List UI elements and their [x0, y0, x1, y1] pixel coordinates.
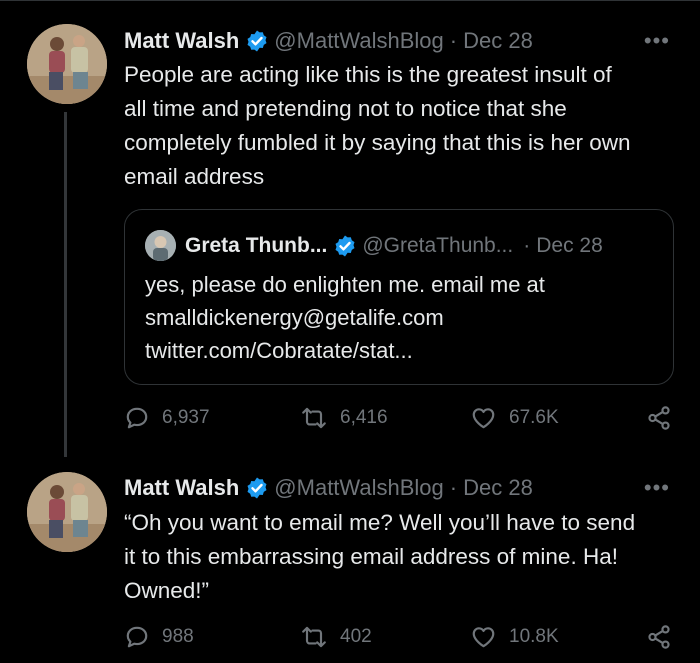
- retweet-icon: [302, 407, 326, 429]
- quoted-author-avatar: [145, 230, 176, 261]
- retweet-button[interactable]: 402: [300, 624, 372, 650]
- verified-badge-icon: [247, 477, 267, 499]
- tweet-actions: 988 402 10.8K: [124, 624, 684, 654]
- tweet-date[interactable]: Dec 28: [463, 475, 533, 501]
- separator-dot: ·: [449, 475, 458, 500]
- author-handle[interactable]: @MattWalshBlog: [274, 475, 443, 501]
- like-icon: [472, 408, 495, 429]
- retweet-icon: [302, 626, 326, 648]
- like-button[interactable]: 10.8K: [470, 624, 559, 650]
- tweet-actions: 6,937 6,416 67.6K: [124, 405, 684, 435]
- tweet-2[interactable]: Matt Walsh @MattWalshBlog · Dec 28 ••• “…: [0, 460, 700, 663]
- verified-badge-icon: [335, 235, 355, 257]
- more-icon[interactable]: •••: [644, 28, 670, 54]
- like-icon: [472, 627, 495, 648]
- retweet-button[interactable]: 6,416: [300, 405, 388, 431]
- quoted-text-line: smalldickenergy@getalife.com: [145, 305, 444, 330]
- reply-icon: [126, 626, 148, 648]
- retweet-count: 6,416: [340, 407, 388, 428]
- author-avatar[interactable]: [27, 472, 107, 552]
- reply-count: 988: [162, 626, 194, 647]
- author-name[interactable]: Matt Walsh: [124, 475, 239, 501]
- quoted-author-name: Greta Thunb...: [185, 234, 328, 257]
- tweet-text-line: “Oh you want to email me? Well you’ll ha…: [124, 510, 636, 535]
- share-button[interactable]: [646, 405, 672, 431]
- quoted-header: Greta Thunb... @GretaThunb... · Dec 28: [185, 231, 603, 261]
- quoted-text-line: twitter.com/Cobratate/stat...: [145, 338, 413, 363]
- tweet-text-line: People are acting like this is the great…: [124, 62, 612, 87]
- tweet-text-line: Owned!”: [124, 578, 210, 603]
- reply-icon: [126, 407, 148, 429]
- separator-dot: ·: [523, 234, 531, 257]
- author-handle[interactable]: @MattWalshBlog: [274, 28, 443, 54]
- retweet-count: 402: [340, 626, 372, 647]
- quoted-date: Dec 28: [536, 234, 603, 257]
- reply-count: 6,937: [162, 407, 210, 428]
- tweet-text: People are acting like this is the great…: [124, 58, 684, 194]
- author-name[interactable]: Matt Walsh: [124, 28, 239, 54]
- verified-badge-icon: [247, 30, 267, 52]
- quoted-author-handle: @GretaThunb...: [362, 234, 514, 257]
- like-count: 67.6K: [509, 407, 559, 428]
- tweet-text-line: email address: [124, 164, 265, 189]
- tweet-header: Matt Walsh @MattWalshBlog · Dec 28: [124, 26, 533, 56]
- tweet-date[interactable]: Dec 28: [463, 28, 533, 54]
- tweet-text-line: completely fumbled it by saying that thi…: [124, 130, 631, 155]
- like-button[interactable]: 67.6K: [470, 405, 559, 431]
- quoted-text: yes, please do enlighten me. email me at…: [145, 268, 665, 367]
- author-avatar[interactable]: [27, 24, 107, 104]
- like-count: 10.8K: [509, 626, 559, 647]
- share-icon: [648, 406, 670, 430]
- reply-button[interactable]: 988: [124, 624, 194, 650]
- share-icon: [648, 625, 670, 649]
- reply-button[interactable]: 6,937: [124, 405, 210, 431]
- tweet-text-line: all time and pretending not to notice th…: [124, 96, 567, 121]
- tweet-text: “Oh you want to email me? Well you’ll ha…: [124, 506, 684, 608]
- separator-dot: ·: [449, 28, 458, 53]
- tweet-1[interactable]: Matt Walsh @MattWalshBlog · Dec 28 ••• P…: [0, 0, 700, 460]
- tweet-header: Matt Walsh @MattWalshBlog · Dec 28: [124, 473, 533, 503]
- quoted-text-line: yes, please do enlighten me. email me at: [145, 272, 545, 297]
- share-button[interactable]: [646, 624, 672, 650]
- more-icon[interactable]: •••: [644, 475, 670, 501]
- quoted-tweet[interactable]: Greta Thunb... @GretaThunb... · Dec 28 y…: [124, 209, 674, 385]
- tweet-text-line: it to this embarrassing email address of…: [124, 544, 618, 569]
